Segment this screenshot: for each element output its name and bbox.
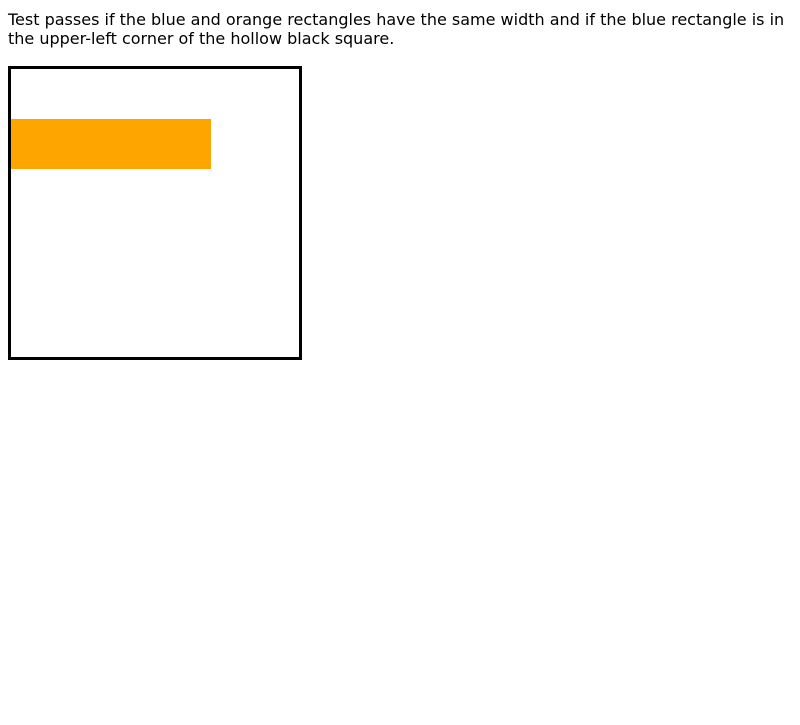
orange-rectangle — [11, 119, 211, 169]
test-instructions: Test passes if the blue and orange recta… — [8, 10, 785, 48]
hollow-black-square — [8, 66, 302, 360]
